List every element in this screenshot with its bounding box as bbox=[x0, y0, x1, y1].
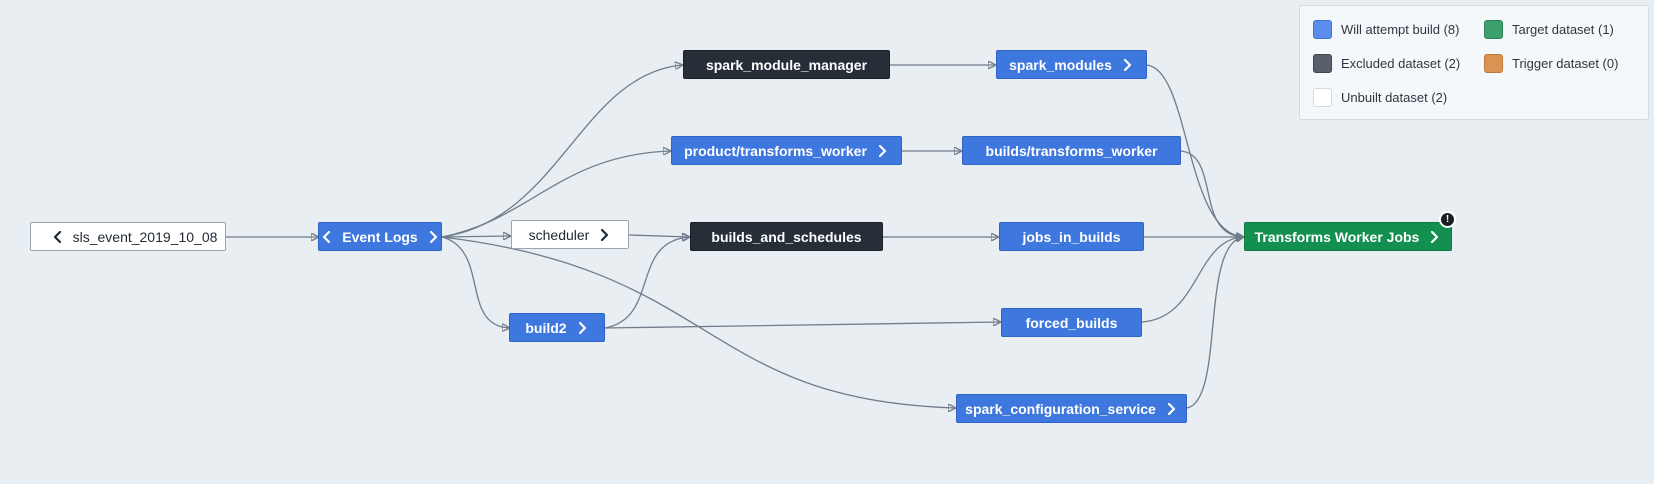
chevron-right-icon[interactable] bbox=[1120, 57, 1134, 73]
edge-sparkconfig-to-twj bbox=[1186, 237, 1243, 409]
legend-swatch bbox=[1484, 20, 1503, 39]
edge-eventlogs-to-build2 bbox=[441, 236, 509, 328]
legend-label: Excluded dataset (2) bbox=[1341, 56, 1461, 71]
legend-swatch bbox=[1313, 20, 1332, 39]
legend-label: Unbuilt dataset (2) bbox=[1341, 90, 1448, 105]
edge-eventlogs-to-sparkmodulemanager bbox=[441, 65, 682, 238]
warning-icon[interactable]: ! bbox=[1439, 211, 1456, 228]
legend-item-trigger-dataset: Trigger dataset (0) bbox=[1484, 54, 1618, 73]
chevron-right-icon[interactable] bbox=[1164, 401, 1178, 417]
node-label: spark_modules bbox=[1009, 56, 1112, 73]
edge-buildstw-to-twj bbox=[1180, 150, 1243, 237]
node-scheduler[interactable]: scheduler bbox=[511, 220, 629, 249]
node-label: scheduler bbox=[528, 226, 590, 243]
node-label: jobs_in_builds bbox=[1022, 228, 1121, 245]
legend-label: Target dataset (1) bbox=[1512, 22, 1614, 37]
node-label: sls_event_2019_10_08 bbox=[72, 228, 218, 245]
node-label: forced_builds bbox=[1025, 314, 1118, 331]
legend-label: Will attempt build (8) bbox=[1341, 22, 1460, 37]
legend-swatch bbox=[1313, 88, 1332, 107]
node-spark-module-manager[interactable]: spark_module_manager bbox=[683, 50, 890, 79]
chevron-right-icon[interactable] bbox=[597, 227, 611, 243]
legend-item-target-dataset: Target dataset (1) bbox=[1484, 20, 1614, 39]
node-forced-builds[interactable]: forced_builds bbox=[1001, 308, 1142, 337]
legend-swatch bbox=[1313, 54, 1332, 73]
node-spark-modules[interactable]: spark_modules bbox=[996, 50, 1147, 79]
node-spark-configuration-service[interactable]: spark_configuration_service bbox=[956, 394, 1187, 423]
legend-item-unbuilt-dataset: Unbuilt dataset (2) bbox=[1313, 88, 1447, 107]
legend-label: Trigger dataset (0) bbox=[1512, 56, 1619, 71]
edge-eventlogs-to-scheduler bbox=[441, 236, 510, 237]
node-jobs-in-builds[interactable]: jobs_in_builds bbox=[999, 222, 1144, 251]
node-builds-and-schedules[interactable]: builds_and_schedules bbox=[690, 222, 883, 251]
edge-scheduler-to-buildsandschedules bbox=[628, 235, 689, 237]
chevron-right-icon[interactable] bbox=[875, 143, 889, 159]
legend-item-will-attempt-build: Will attempt build (8) bbox=[1313, 20, 1459, 39]
node-event-logs[interactable]: Event Logs bbox=[318, 222, 442, 251]
node-product-transforms-worker[interactable]: product/transforms_worker bbox=[671, 136, 902, 165]
node-build2[interactable]: build2 bbox=[509, 313, 605, 342]
legend: Will attempt build (8) Target dataset (1… bbox=[1299, 5, 1649, 120]
node-sls-event-2019-10-08[interactable]: sls_event_2019_10_08 bbox=[30, 222, 226, 251]
legend-swatch bbox=[1484, 54, 1503, 73]
node-label: builds/transforms_worker bbox=[985, 142, 1158, 159]
chevron-right-icon[interactable] bbox=[575, 320, 589, 336]
node-label: Event Logs bbox=[342, 228, 418, 245]
chevron-left-icon[interactable] bbox=[320, 229, 334, 245]
node-label: Transforms Worker Jobs bbox=[1254, 228, 1420, 245]
chevron-right-icon[interactable] bbox=[1427, 229, 1441, 245]
node-label: build2 bbox=[525, 319, 567, 336]
node-builds-transforms-worker[interactable]: builds/transforms_worker bbox=[962, 136, 1181, 165]
node-label: builds_and_schedules bbox=[711, 228, 862, 245]
node-transforms-worker-jobs[interactable]: Transforms Worker Jobs bbox=[1244, 222, 1452, 251]
chevron-right-icon[interactable] bbox=[426, 229, 440, 245]
edge-build2-to-forcedbuilds bbox=[604, 322, 1000, 329]
legend-item-excluded-dataset: Excluded dataset (2) bbox=[1313, 54, 1460, 73]
chevron-left-icon[interactable] bbox=[51, 229, 65, 245]
node-label: spark_configuration_service bbox=[965, 400, 1156, 417]
node-label: spark_module_manager bbox=[705, 56, 868, 73]
node-label: product/transforms_worker bbox=[684, 142, 867, 159]
